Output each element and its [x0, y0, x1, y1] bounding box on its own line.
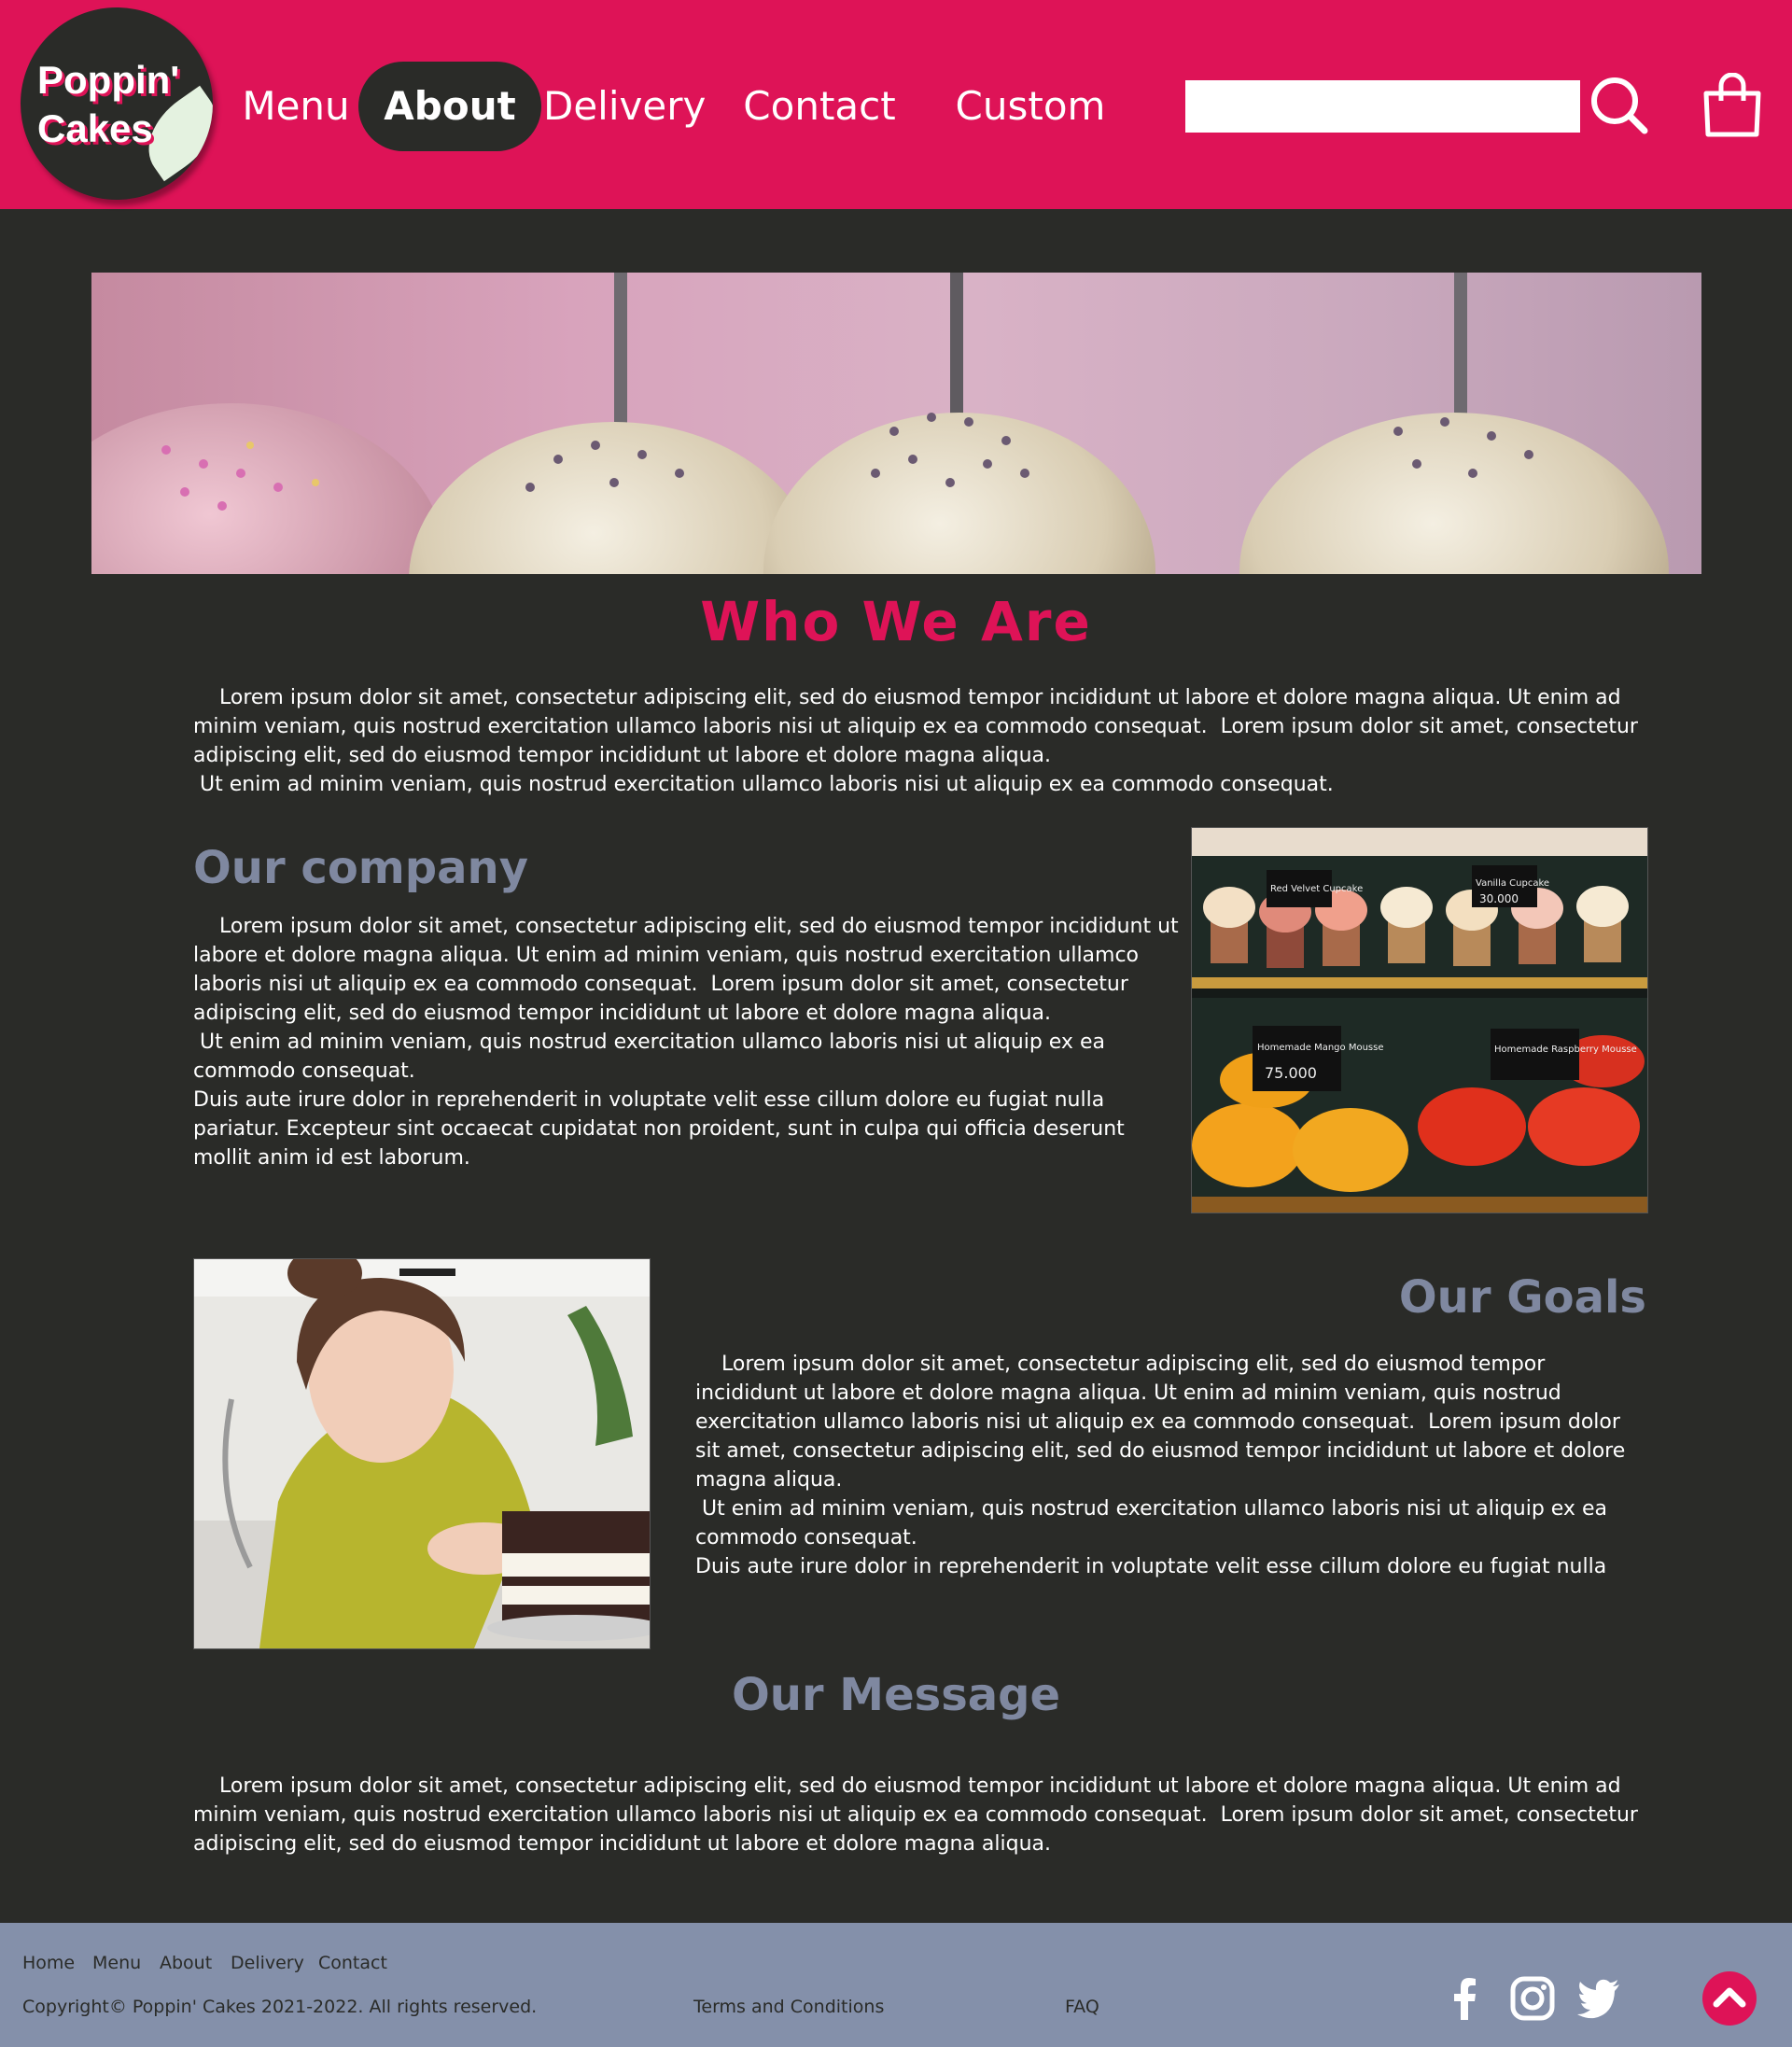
- sign-4-label: Homemade Raspberry Mousse: [1494, 1045, 1637, 1055]
- footer-terms-link[interactable]: Terms and Conditions: [693, 1997, 884, 2017]
- who-we-are-text: Lorem ipsum dolor sit amet, consectetur …: [193, 686, 1638, 796]
- footer-copyright: Copyright© Poppin' Cakes 2021-2022. All …: [22, 1997, 538, 2017]
- our-goals-text: Lorem ipsum dolor sit amet, consectetur …: [695, 1353, 1626, 1578]
- shopping-bag-icon: [1703, 72, 1761, 137]
- footer-link-delivery[interactable]: Delivery: [231, 1953, 304, 1973]
- footer-link-home[interactable]: Home: [22, 1953, 75, 1973]
- logo-text: Poppin' Cakes: [37, 56, 187, 153]
- logo-line-2: Cakes: [37, 106, 153, 150]
- sign-2-price: 30.000: [1479, 892, 1519, 905]
- our-message-text: Lorem ipsum dolor sit amet, consectetur …: [193, 1774, 1645, 1856]
- sign-3-price: 75.000: [1265, 1064, 1317, 1082]
- search-input[interactable]: [1185, 80, 1580, 133]
- sign-1-label: Red Velvet Cupcake: [1270, 884, 1363, 894]
- facebook-link[interactable]: [1442, 1975, 1489, 2022]
- nav-custom[interactable]: Custom: [948, 62, 1113, 151]
- logo-line-1: Poppin': [37, 58, 180, 102]
- back-to-top-button[interactable]: [1702, 1971, 1757, 2026]
- pastry-display-image: Red Velvet Cupcake Vanilla Cupcake 30.00…: [1191, 827, 1648, 1213]
- our-company-text: Lorem ipsum dolor sit amet, consectetur …: [193, 915, 1179, 1170]
- nav-contact[interactable]: Contact: [737, 62, 902, 151]
- chevron-up-icon: [1713, 1987, 1746, 2008]
- footer-link-menu[interactable]: Menu: [92, 1953, 141, 1973]
- hero-banner-image: [91, 273, 1701, 574]
- twitter-icon: [1577, 1979, 1619, 2019]
- footer-faq-link[interactable]: FAQ: [1065, 1997, 1099, 2017]
- facebook-icon: [1454, 1978, 1476, 2020]
- who-we-are-title: Who We Are: [700, 590, 1092, 653]
- sign-2-label: Vanilla Cupcake: [1476, 878, 1549, 889]
- footer-link-about[interactable]: About: [160, 1953, 212, 1973]
- nav-delivery[interactable]: Delivery: [543, 62, 706, 151]
- baker-woman-image: [193, 1258, 651, 1649]
- cart-button[interactable]: [1701, 72, 1764, 138]
- logo[interactable]: Poppin' Cakes: [21, 7, 213, 200]
- footer-link-contact[interactable]: Contact: [318, 1953, 387, 1973]
- nav-about[interactable]: About: [358, 62, 541, 151]
- instagram-icon: [1510, 1976, 1555, 2021]
- search-icon: [1591, 77, 1648, 134]
- sign-3-label: Homemade Mango Mousse: [1257, 1043, 1383, 1053]
- instagram-link[interactable]: [1509, 1975, 1556, 2022]
- search-button[interactable]: [1589, 75, 1654, 140]
- our-goals-title: Our Goals: [1398, 1271, 1646, 1324]
- our-message-title: Our Message: [731, 1669, 1061, 1721]
- twitter-link[interactable]: [1576, 1975, 1623, 2022]
- nav-menu[interactable]: Menu: [235, 62, 357, 151]
- our-company-title: Our company: [193, 842, 529, 894]
- site-header: Poppin' Cakes Menu About Delivery Contac…: [0, 0, 1792, 209]
